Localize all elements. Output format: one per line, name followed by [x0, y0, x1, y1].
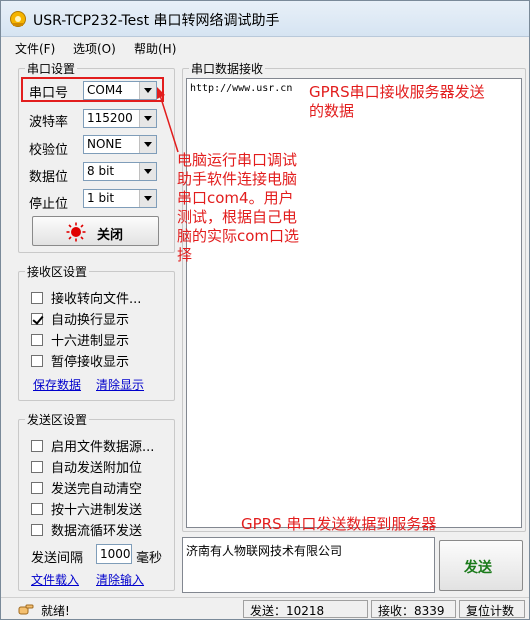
status-ready: 就绪!: [41, 604, 70, 618]
port-annotation: 电脑运行串口调试助手软件连接电脑串口com4。用户测试，根据自己电脑的实际com…: [177, 151, 300, 264]
stopbits-select[interactable]: 1 bit: [83, 189, 157, 208]
status-bar: 就绪! 发送：10218 接收：8339 复位计数: [1, 597, 529, 619]
pause-receive-checkbox[interactable]: 暂停接收显示: [31, 351, 129, 370]
stopbits-label: 停止位: [29, 197, 69, 212]
port-value: COM4: [87, 83, 123, 97]
annotation-arrow-icon: [157, 87, 179, 153]
parity-label: 校验位: [29, 143, 69, 158]
title-bar: USR-TCP232-Test 串口转网络调试助手: [1, 1, 529, 37]
power-status-icon: [66, 222, 86, 242]
databits-select[interactable]: 8 bit: [83, 162, 157, 181]
receive-settings-title: 接收区设置: [25, 263, 90, 280]
send-interval-input[interactable]: 1000: [96, 544, 132, 564]
menu-bar: 文件(F) 选项(O) 帮助(H): [1, 38, 529, 58]
send-interval-label: 发送间隔: [31, 551, 84, 566]
close-port-label: 关闭: [97, 228, 124, 243]
send-button-label: 发送: [464, 560, 492, 576]
send-button[interactable]: 发送: [439, 540, 523, 591]
sent-count: 发送：10218: [243, 600, 368, 618]
receive-content: http://www.usr.cn: [190, 83, 293, 94]
status-hand-icon: [18, 604, 34, 615]
send-annotation: GPRS 串口发送数据到服务器: [241, 515, 437, 533]
port-select[interactable]: COM4: [83, 81, 157, 100]
stopbits-value: 1 bit: [87, 191, 115, 205]
clear-input-link[interactable]: 清除输入: [96, 571, 144, 588]
chevron-down-icon[interactable]: [139, 110, 156, 127]
send-interval-value: 1000: [100, 547, 131, 561]
reset-count-button[interactable]: 复位计数: [459, 600, 525, 618]
checkbox-icon[interactable]: [31, 440, 43, 452]
send-content: 济南有人物联网技术有限公司: [186, 544, 343, 558]
send-settings-title: 发送区设置: [25, 411, 90, 428]
parity-select[interactable]: NONE: [83, 135, 157, 154]
baud-label: 波特率: [29, 115, 69, 130]
window-title: USR-TCP232-Test 串口转网络调试助手: [33, 13, 280, 29]
hex-display-checkbox[interactable]: 十六进制显示: [31, 330, 129, 349]
parity-value: NONE: [87, 137, 122, 151]
menu-help[interactable]: 帮助(H): [134, 40, 176, 57]
save-data-link[interactable]: 保存数据: [33, 376, 81, 393]
received-count: 接收：8339: [371, 600, 456, 618]
loop-send-checkbox[interactable]: 数据流循环发送: [31, 520, 142, 539]
checkbox-icon[interactable]: [31, 355, 43, 367]
send-interval-unit: 毫秒: [136, 551, 163, 566]
auto-wrap-checkbox[interactable]: 自动换行显示: [31, 309, 129, 328]
chevron-down-icon[interactable]: [139, 136, 156, 153]
clear-display-link[interactable]: 清除显示: [96, 376, 144, 393]
port-label: 串口号: [29, 86, 69, 101]
databits-label: 数据位: [29, 170, 69, 185]
checkbox-icon[interactable]: [31, 524, 43, 536]
checkbox-icon[interactable]: [31, 503, 43, 515]
checkbox-icon[interactable]: [31, 482, 43, 494]
baud-value: 115200: [87, 111, 133, 125]
menu-options[interactable]: 选项(O): [73, 40, 116, 57]
receive-panel-title: 串口数据接收: [189, 60, 266, 77]
checkbox-icon[interactable]: [31, 292, 43, 304]
app-logo-icon: [10, 11, 26, 27]
databits-value: 8 bit: [87, 164, 115, 178]
load-file-link[interactable]: 文件载入: [31, 571, 79, 588]
chevron-down-icon[interactable]: [139, 163, 156, 180]
app-window: USR-TCP232-Test 串口转网络调试助手 文件(F) 选项(O) 帮助…: [0, 0, 530, 620]
menu-file[interactable]: 文件(F): [15, 40, 55, 57]
checkbox-icon[interactable]: [31, 334, 43, 346]
auto-clear-checkbox[interactable]: 发送完自动清空: [31, 478, 142, 497]
chevron-down-icon[interactable]: [139, 190, 156, 207]
chevron-down-icon[interactable]: [139, 82, 156, 99]
checkbox-icon[interactable]: [31, 461, 43, 473]
send-textarea[interactable]: 济南有人物联网技术有限公司: [182, 537, 435, 593]
receive-annotation: GPRS串口接收服务器发送的数据: [309, 83, 485, 120]
baud-select[interactable]: 115200: [83, 109, 157, 128]
auto-append-checkbox[interactable]: 自动发送附加位: [31, 457, 142, 476]
serial-settings-title: 串口设置: [25, 60, 78, 77]
file-source-checkbox[interactable]: 启用文件数据源...: [31, 436, 154, 455]
checkbox-checked-icon[interactable]: [31, 313, 43, 325]
close-port-button[interactable]: 关闭: [32, 216, 159, 246]
hex-send-checkbox[interactable]: 按十六进制发送: [31, 499, 142, 518]
receive-textarea[interactable]: http://www.usr.cn: [186, 78, 522, 528]
receive-to-file-checkbox[interactable]: 接收转向文件...: [31, 288, 141, 307]
